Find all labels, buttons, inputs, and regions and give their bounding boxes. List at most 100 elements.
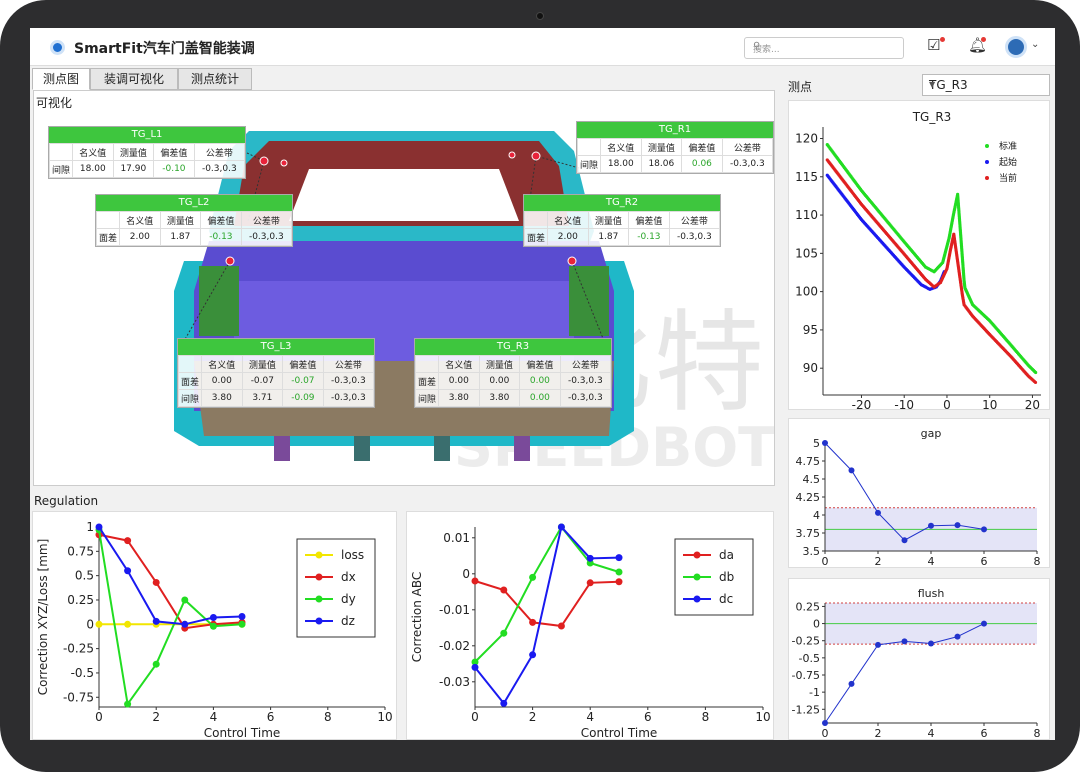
bracket-4 bbox=[514, 436, 530, 461]
y-tick-label: 5 bbox=[813, 437, 820, 450]
xyz-loss-chart[interactable]: 0 2 4 6 8 10 1 0.75 0.5 0.25 0 -0.25 -0.5 -0.75 Contro… bbox=[33, 512, 398, 740]
series-point-dc bbox=[586, 554, 594, 562]
measure-point-select[interactable]: TG_R3 ▼ bbox=[922, 74, 1050, 96]
series-point-da bbox=[615, 578, 623, 586]
measure-title: TG_R3 bbox=[415, 339, 611, 355]
visualization-label: 可视化 bbox=[36, 96, 73, 110]
y-tick-label: 3.75 bbox=[796, 527, 821, 540]
y-tick-label: 1 bbox=[86, 520, 94, 534]
measure-table-tg-l1[interactable]: TG_L1 名义值 测量值 偏差值 公差带 间隙 18.00 17.90 -0.10 -0.3… bbox=[48, 126, 246, 179]
y-tick-label: 0.25 bbox=[67, 593, 94, 607]
legend-label: 当前 bbox=[999, 172, 1017, 184]
y-tick-label: 0.75 bbox=[67, 544, 94, 558]
x-tick-label: 10 bbox=[377, 710, 392, 724]
chart-title: flush bbox=[918, 587, 945, 600]
series-point-dz bbox=[152, 617, 160, 625]
series-point-dc bbox=[615, 554, 623, 562]
legend-marker bbox=[985, 176, 989, 180]
gap-chart-panel: 0 2 4 6 8 5 4.75 4.5 4.25 4 3.75 3.5 gap bbox=[788, 418, 1050, 568]
y-tick-label: -0.75 bbox=[792, 669, 820, 682]
y-tick-label: 105 bbox=[795, 246, 818, 260]
chart-title: TG_R3 bbox=[912, 110, 952, 124]
legend-marker bbox=[315, 551, 323, 559]
measure-title: TG_R1 bbox=[577, 122, 773, 138]
x-tick-label: 20 bbox=[1025, 398, 1040, 411]
series-point-dc bbox=[500, 699, 508, 707]
measure-table-tg-l3[interactable]: TG_L3 名义值 测量值 偏差值 公差带 面差 0.00 -0.07 -0.07 -0.3,… bbox=[177, 338, 375, 408]
chevron-down-icon: ▼ bbox=[929, 80, 936, 89]
series-point-0 bbox=[928, 640, 934, 647]
legend-label: dx bbox=[341, 570, 356, 584]
task-icon[interactable]: ☑ bbox=[927, 36, 940, 54]
x-tick-label: 6 bbox=[267, 710, 275, 724]
abc-chart[interactable]: 0 2 4 6 8 10 0.01 0 -0.01 -0.02 -0.03 Control Time C… bbox=[407, 512, 775, 740]
x-tick-label: 6 bbox=[981, 555, 988, 568]
y-tick-label: 90 bbox=[803, 361, 818, 375]
y-tick-label: 0 bbox=[86, 617, 94, 631]
gap-chart[interactable]: 0 2 4 6 8 5 4.75 4.5 4.25 4 3.75 3.5 gap bbox=[789, 419, 1051, 569]
point-tg-r1 bbox=[531, 151, 541, 161]
legend-marker bbox=[693, 595, 701, 603]
tg-r3-profile-chart[interactable]: -20 -10 0 10 20 90 95 100 105 110 115 120 TG_R3 标准起始当… bbox=[789, 101, 1051, 412]
series-point-db bbox=[529, 573, 537, 581]
series-point-dy bbox=[152, 660, 160, 668]
y-tick-label: 0.25 bbox=[796, 600, 821, 613]
y-tick-label: 110 bbox=[795, 208, 818, 222]
tab-statistics[interactable]: 测点统计 bbox=[178, 68, 252, 90]
series-point-0 bbox=[822, 440, 828, 446]
series-point-0 bbox=[848, 467, 855, 474]
measure-table-tg-r3[interactable]: TG_R3 名义值 测量值 偏差值 公差带 面差 0.00 0.00 0.00 -0.3,0.… bbox=[414, 338, 612, 408]
avatar-icon[interactable] bbox=[1005, 36, 1027, 58]
x-tick-label: -10 bbox=[894, 398, 914, 411]
flush-chart[interactable]: 0 2 4 6 8 0.25 0 -0.25 -0.5 -0.75 -1 -1.25 flush bbox=[789, 579, 1051, 740]
window-opening bbox=[289, 169, 519, 221]
point-tg-l3 bbox=[225, 256, 235, 266]
flush-chart-panel: 0 2 4 6 8 0.25 0 -0.25 -0.5 -0.75 -1 -1.25 flush bbox=[788, 578, 1050, 740]
series-point-dc bbox=[529, 651, 537, 659]
chevron-down-icon[interactable]: ⌄ bbox=[1031, 39, 1039, 50]
xyz-chart-panel: 0 2 4 6 8 10 1 0.75 0.5 0.25 0 -0.25 -0.5 -0.75 Contro… bbox=[32, 511, 397, 740]
y-tick-label: -0.01 bbox=[439, 603, 470, 617]
app-title: SmartFit汽车门盖智能装调 bbox=[74, 41, 255, 57]
tablet-frame: SmartFit汽车门盖智能装调 搜索... ⚲ ☑ 🔔︎ ⌄ 测点图 装调可视… bbox=[0, 0, 1080, 772]
legend-marker bbox=[985, 144, 989, 148]
series-point-0 bbox=[901, 537, 908, 544]
y-tick-label: 95 bbox=[803, 323, 818, 337]
y-tick-label: -0.75 bbox=[63, 690, 94, 704]
series-point-0 bbox=[954, 633, 961, 640]
y-tick-label: 120 bbox=[795, 131, 818, 145]
bell-badge bbox=[981, 37, 986, 42]
search-input[interactable]: 搜索... ⚲ bbox=[744, 37, 904, 59]
series-point-dz bbox=[238, 613, 246, 621]
y-axis-label: Correction ABC bbox=[410, 572, 424, 663]
legend-label: dy bbox=[341, 592, 356, 606]
x-tick-label: 4 bbox=[210, 710, 218, 724]
tab-measure-map[interactable]: 测点图 bbox=[32, 68, 90, 90]
bracket-2 bbox=[354, 436, 370, 461]
profile-chart-panel: -20 -10 0 10 20 90 95 100 105 110 115 120 TG_R3 标准 起始当… bbox=[788, 100, 1051, 412]
series-point-0 bbox=[1034, 370, 1038, 375]
camera-icon bbox=[536, 12, 544, 20]
legend-marker bbox=[693, 573, 701, 581]
x-tick-label: 4 bbox=[586, 710, 594, 724]
search-icon[interactable]: ⚲ bbox=[753, 41, 897, 52]
series-point-da bbox=[557, 622, 565, 630]
y-tick-label: 0 bbox=[813, 618, 820, 631]
y-tick-label: 4.75 bbox=[796, 455, 821, 468]
bracket-3 bbox=[434, 436, 450, 461]
tab-visualization[interactable]: 装调可视化 bbox=[90, 68, 178, 90]
legend-marker bbox=[315, 595, 323, 603]
series-point-dx bbox=[124, 537, 132, 545]
x-tick-label: 0 bbox=[95, 710, 103, 724]
measure-table-tg-r1[interactable]: TG_R1 名义值 测量值 偏差值 公差带 间隙 18.00 18.06 0.06 -0.3,… bbox=[576, 121, 774, 174]
series-point-dy bbox=[181, 596, 189, 604]
legend-label: loss bbox=[341, 548, 364, 562]
legend-marker bbox=[315, 617, 323, 625]
measure-table-tg-r2[interactable]: TG_R2 名义值 测量值 偏差值 公差带 面差 2.00 1.87 -0.13 -0.3,0… bbox=[523, 194, 721, 247]
y-tick-label: 115 bbox=[795, 170, 818, 184]
legend-label: dc bbox=[719, 592, 733, 606]
measure-table-tg-l2[interactable]: TG_L2 名义值 测量值 偏差值 公差带 面差 2.00 1.87 -0.13 -0.3,0… bbox=[95, 194, 293, 247]
y-tick-label: 3.5 bbox=[803, 545, 821, 558]
series-point-0 bbox=[901, 638, 908, 645]
point-tg-r1b bbox=[508, 151, 516, 159]
